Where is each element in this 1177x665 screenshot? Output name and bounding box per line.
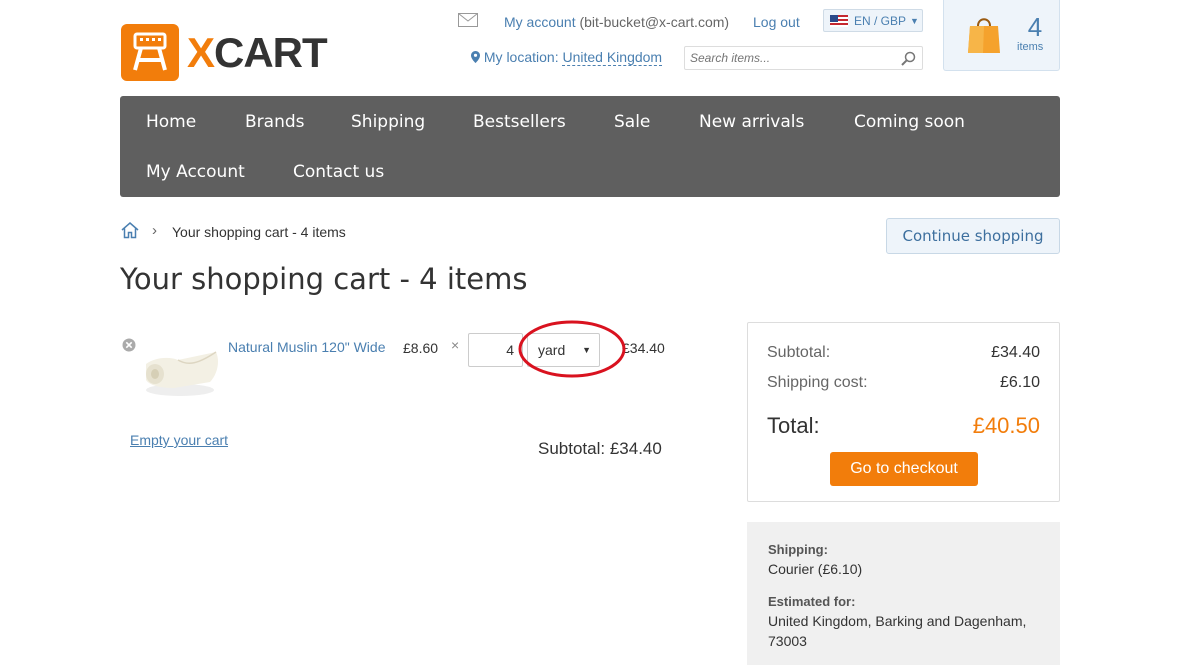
nav-item-new-arrivals[interactable]: New arrivals — [699, 112, 804, 132]
breadcrumb-separator: › — [152, 222, 157, 239]
item-line-total: £34.40 — [622, 340, 665, 356]
breadcrumb-current: Your shopping cart - 4 items — [172, 224, 346, 240]
location-country[interactable]: United Kingdom — [562, 49, 663, 66]
subtotal-label: Subtotal: — [767, 344, 831, 361]
location-selector[interactable]: My location: United Kingdom — [471, 49, 663, 66]
subtotal-row: Subtotal: £34.40 — [767, 344, 1040, 362]
empty-cart-link[interactable]: Empty your cart — [130, 432, 228, 448]
account-email: (bit-bucket@x-cart.com) — [579, 14, 730, 30]
subtotal-value: £34.40 — [991, 344, 1040, 361]
nav-item-contact-us[interactable]: Contact us — [293, 162, 384, 182]
nav-item-my-account[interactable]: My Account — [146, 162, 245, 182]
logo[interactable]: XCART — [121, 24, 328, 81]
go-to-checkout-button[interactable]: Go to checkout — [830, 452, 978, 486]
us-flag-icon — [830, 14, 848, 27]
my-account-label[interactable]: My account — [504, 14, 576, 30]
search-icon[interactable] — [901, 51, 916, 71]
main-navigation: Home Brands Shipping Bestsellers Sale Ne… — [120, 96, 1060, 197]
shipping-method-value: Courier (£6.10) — [768, 561, 863, 577]
product-image[interactable] — [140, 342, 220, 409]
logo-wordmark: XCART — [187, 28, 328, 76]
shipping-cost-value: £6.10 — [999, 374, 1040, 391]
cart-logo-icon — [121, 24, 179, 81]
cart-subtotal: Subtotal: £34.40 — [538, 439, 662, 458]
language-currency-selector[interactable]: EN / GBP ▼ — [823, 9, 923, 32]
product-name-link[interactable]: Natural Muslin 120" Wide — [228, 339, 385, 355]
page-title: Your shopping cart - 4 items — [120, 262, 528, 296]
map-pin-icon — [471, 51, 480, 63]
cart-count: 4 — [1027, 12, 1043, 42]
home-icon[interactable] — [120, 221, 140, 244]
continue-shopping-button[interactable]: Continue shopping — [886, 218, 1060, 254]
nav-item-brands[interactable]: Brands — [245, 112, 305, 132]
logout-link[interactable]: Log out — [753, 14, 800, 30]
search-box — [684, 46, 923, 70]
shipping-estimate-panel: Shipping: Courier (£6.10) Estimated for:… — [747, 522, 1060, 665]
total-row: Total: £40.50 — [767, 413, 1040, 439]
nav-item-coming-soon[interactable]: Coming soon — [854, 112, 965, 132]
remove-item-icon[interactable] — [122, 338, 136, 357]
nav-item-shipping[interactable]: Shipping — [351, 112, 425, 132]
mini-cart[interactable]: 4 items — [943, 0, 1060, 71]
estimated-for-value[interactable]: United Kingdom, Barking and Dagenham, 73… — [768, 611, 1048, 651]
shipping-method-label: Shipping: — [768, 542, 828, 557]
nav-item-sale[interactable]: Sale — [614, 112, 650, 132]
shopping-bag-icon — [967, 14, 1001, 59]
cart-items-label: items — [1017, 41, 1044, 53]
quantity-input[interactable]: 4 — [468, 333, 523, 367]
total-label: Total: — [767, 413, 820, 438]
shipping-cost-row: Shipping cost: £6.10 — [767, 374, 1040, 392]
chevron-down-icon: ▼ — [910, 15, 919, 26]
nav-item-bestsellers[interactable]: Bestsellers — [473, 112, 566, 132]
multiply-sign: × — [451, 337, 460, 353]
highlight-circle-annotation — [518, 320, 628, 385]
language-label: EN / GBP — [854, 13, 907, 28]
item-price: £8.60 — [403, 340, 439, 356]
search-input[interactable] — [685, 47, 895, 69]
envelope-icon[interactable] — [458, 13, 478, 32]
shipping-cost-label: Shipping cost: — [767, 374, 868, 391]
total-value: £40.50 — [972, 413, 1040, 438]
location-label: My location: — [483, 49, 559, 65]
nav-item-home[interactable]: Home — [146, 112, 196, 132]
my-account-link[interactable]: My account (bit-bucket@x-cart.com) — [504, 14, 729, 30]
order-totals-panel: Subtotal: £34.40 Shipping cost: £6.10 To… — [747, 322, 1060, 502]
estimated-for-label: Estimated for: — [768, 594, 856, 609]
